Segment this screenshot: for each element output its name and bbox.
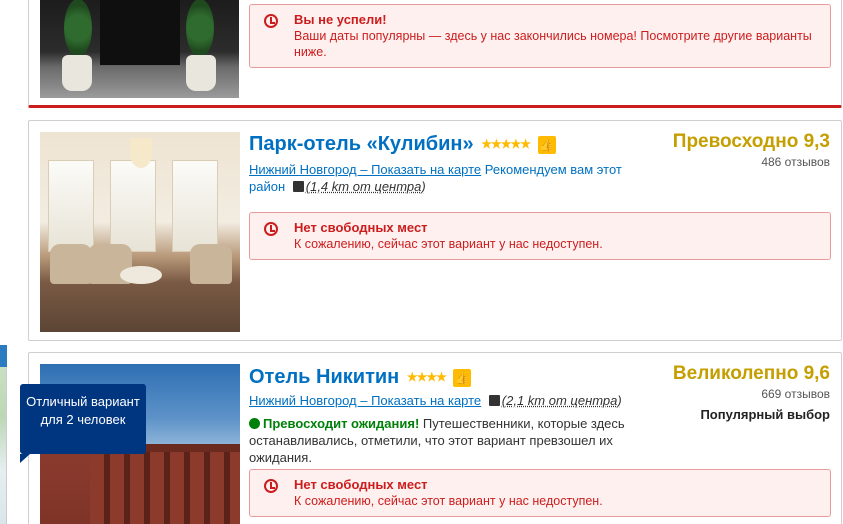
star-rating: ★★★★★ xyxy=(481,137,531,151)
clock-icon xyxy=(264,14,278,28)
score-word[interactable]: Великолепно 9,6 xyxy=(673,363,830,385)
distance: (2,1 km от центра) xyxy=(501,393,622,408)
hotel-title[interactable]: Парк-отель «Кулибин» ★★★★★ 👍 xyxy=(249,133,556,156)
chandelier xyxy=(130,138,152,168)
window xyxy=(172,160,218,252)
show-on-map-link[interactable]: Нижний Новгород – Показать на карте xyxy=(249,162,481,177)
hotel-photo[interactable] xyxy=(40,0,239,98)
alert-body: К сожалению, сейчас этот вариант у нас н… xyxy=(294,494,603,508)
brick-building xyxy=(90,452,240,524)
map-pin-icon xyxy=(488,395,500,406)
exceeded-label: Превосходит ожидания! xyxy=(263,416,420,431)
tree-right xyxy=(186,0,214,57)
score-word[interactable]: Превосходно 9,3 xyxy=(673,131,830,153)
hotel-name[interactable]: Парк-отель «Кулибин» xyxy=(249,133,474,155)
distance: (1,4 km от центра) xyxy=(305,179,426,194)
show-on-map-link[interactable]: Нижний Новгород – Показать на карте xyxy=(249,393,481,408)
coffee-table xyxy=(120,266,162,284)
window xyxy=(48,160,94,252)
hotel-name[interactable]: Отель Никитин xyxy=(249,366,399,388)
alert-heading: Вы не успели! xyxy=(294,12,387,27)
review-count[interactable]: 486 отзывов xyxy=(673,155,830,169)
armchair xyxy=(50,244,92,284)
window xyxy=(110,160,156,252)
planter-left xyxy=(62,55,92,91)
hotel-card-sold-out-top: Вы не успели! Ваши даты популярны — здес… xyxy=(28,0,842,108)
planter-right xyxy=(186,55,216,91)
alert-heading: Нет свободных мест xyxy=(294,220,428,235)
hotel-card-kulibin: Парк-отель «Кулибин» ★★★★★ 👍 Нижний Новг… xyxy=(28,120,842,341)
hotel-entrance xyxy=(100,0,180,65)
location-line: Нижний Новгород – Показать на карте (2,1… xyxy=(249,392,622,409)
no-availability-alert: Нет свободных мест К сожалению, сейчас э… xyxy=(249,212,831,260)
alert-heading: Нет свободных мест xyxy=(294,477,428,492)
hotel-title[interactable]: Отель Никитин ★★★★ 👍 xyxy=(249,366,472,389)
review-score[interactable]: Великолепно 9,6 669 отзывов Популярный в… xyxy=(673,363,830,422)
thumbs-up-icon: 👍 xyxy=(453,369,472,387)
tree-left xyxy=(64,0,92,57)
alert-body: К сожалению, сейчас этот вариант у нас н… xyxy=(294,237,603,251)
sold-out-alert: Вы не успели! Ваши даты популярны — здес… xyxy=(249,4,831,68)
great-for-two-badge: Отличный вариант для 2 человек xyxy=(20,384,146,463)
no-availability-alert: Нет свободных мест К сожалению, сейчас э… xyxy=(249,469,831,517)
map-tab[interactable] xyxy=(0,345,7,367)
alert-body: Ваши даты популярны — здесь у нас законч… xyxy=(294,29,812,59)
armchair xyxy=(190,244,232,284)
location-line: Нижний Новгород – Показать на карте Реко… xyxy=(249,161,629,195)
review-score[interactable]: Превосходно 9,3 486 отзывов xyxy=(673,131,830,169)
map-preview-edge[interactable] xyxy=(0,345,7,524)
hotel-photo[interactable] xyxy=(40,132,240,332)
check-circle-icon xyxy=(249,418,260,429)
hotel-card-nikitin: Отель Никитин ★★★★ 👍 Нижний Новгород – П… xyxy=(28,352,842,524)
exceeded-expectations: Превосходит ожидания! Путешественники, к… xyxy=(249,415,644,466)
popular-choice: Популярный выбор xyxy=(700,407,830,422)
star-rating: ★★★★ xyxy=(406,370,447,384)
clock-icon xyxy=(264,479,278,493)
clock-icon xyxy=(264,222,278,236)
review-count[interactable]: 669 отзывов xyxy=(673,387,830,401)
thumbs-up-icon: 👍 xyxy=(537,136,556,154)
map-pin-icon xyxy=(292,181,304,192)
